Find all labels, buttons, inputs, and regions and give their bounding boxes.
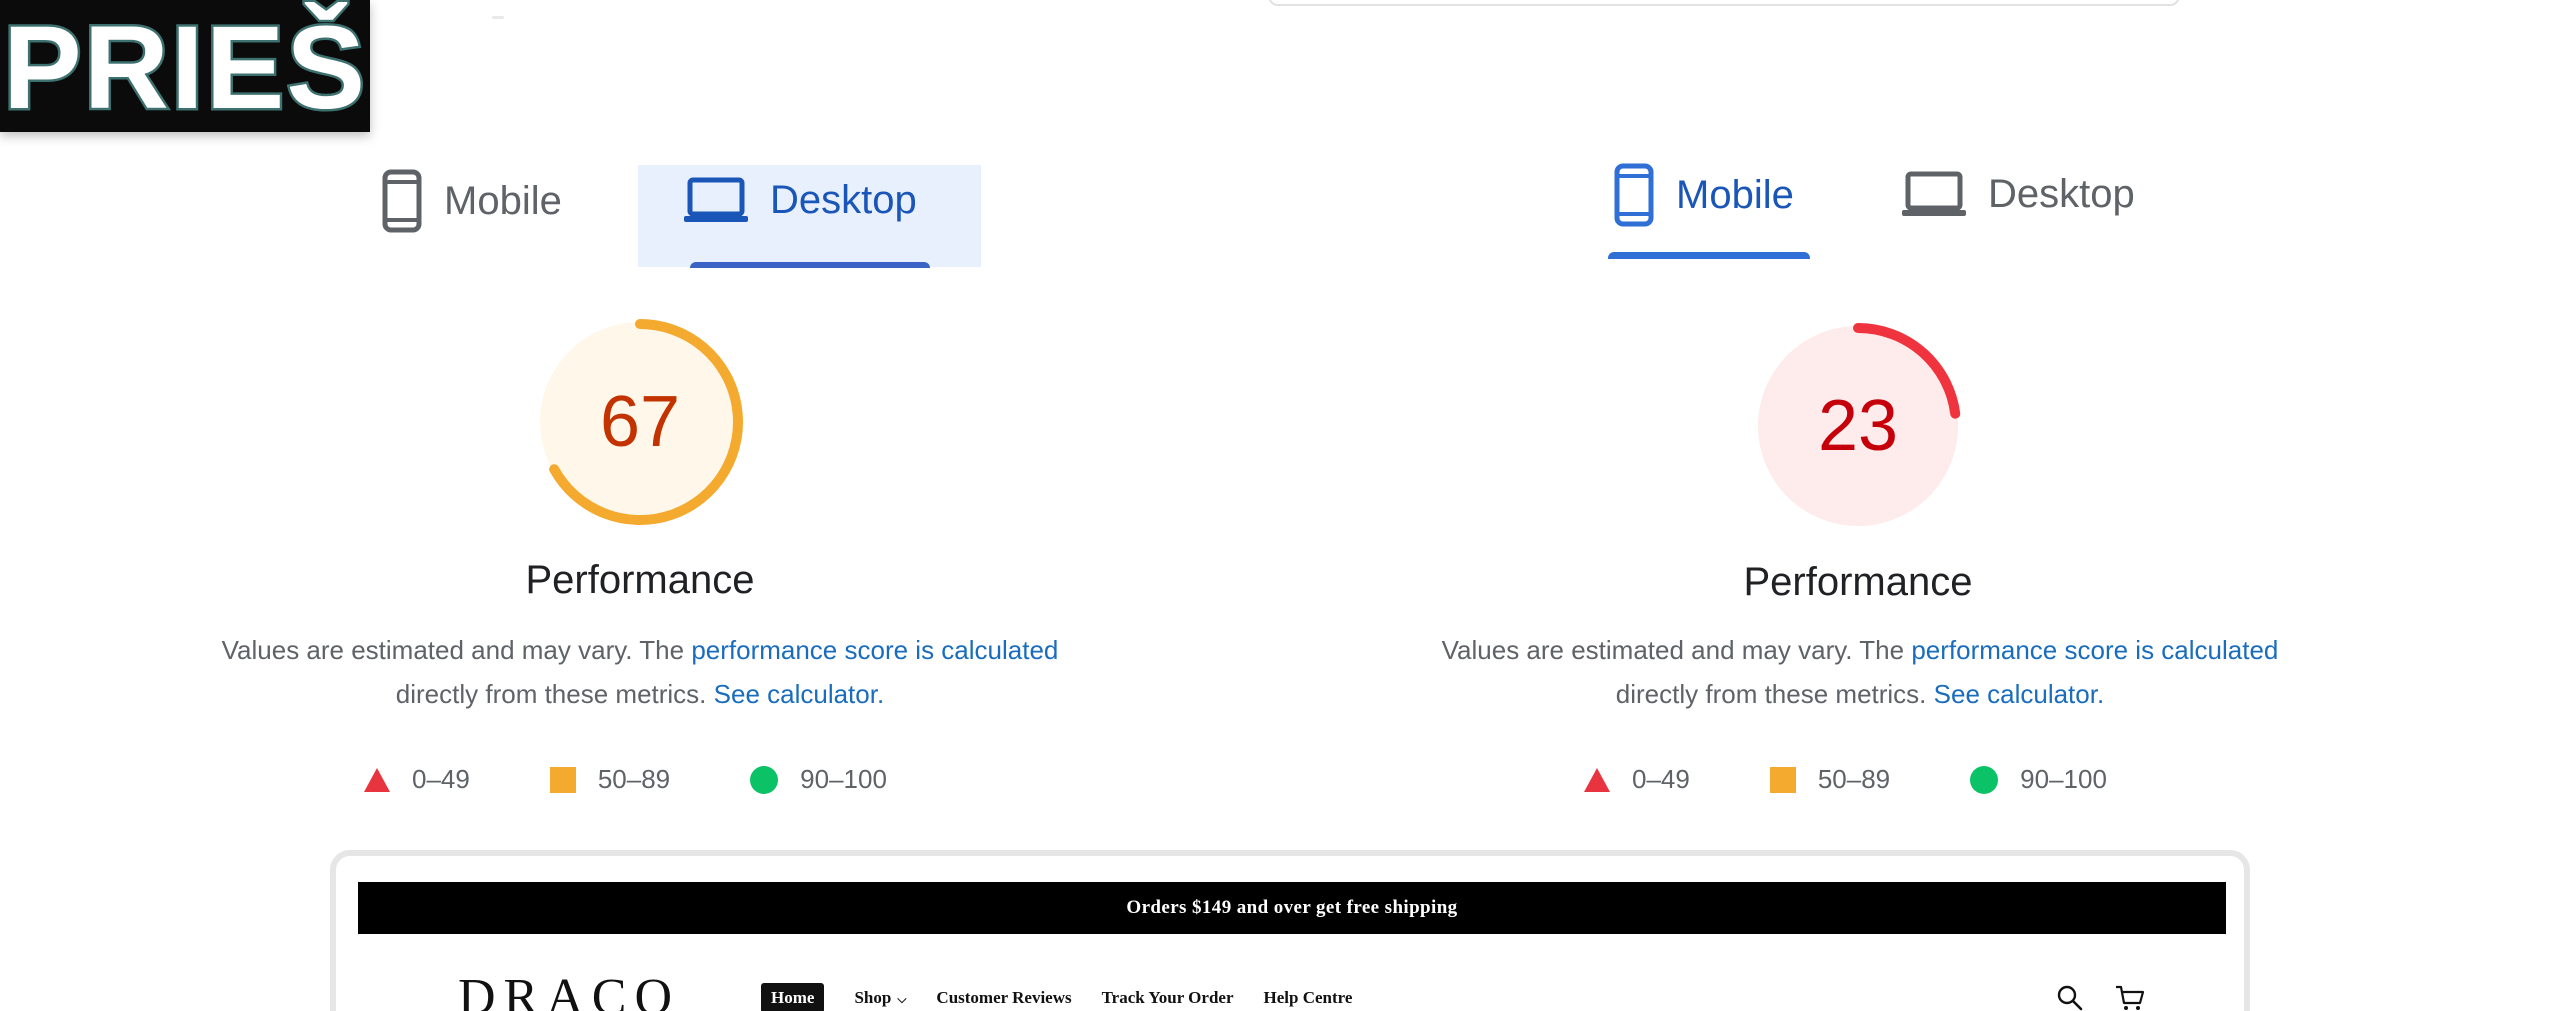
search-bar-edge xyxy=(1268,0,2180,6)
legend-fail: 0–49 xyxy=(364,764,470,795)
chevron-down-icon: ⌵ xyxy=(897,992,907,1006)
legend-label: 50–89 xyxy=(597,764,671,794)
announcement-bar: Orders $149 and over get free shipping xyxy=(358,882,2226,934)
tab-mobile-label: Mobile xyxy=(1676,172,1794,217)
tab-desktop-right[interactable]: Desktop xyxy=(1902,166,2135,222)
decorative-mark xyxy=(492,16,504,19)
triangle-icon xyxy=(1584,767,1610,792)
tab-desktop-left[interactable]: Desktop xyxy=(684,172,917,228)
store-nav: Home Shop ⌵ Customer Reviews Track Your O… xyxy=(761,983,1352,1011)
score-legend: 0–49 50–89 90–100 xyxy=(364,764,967,795)
smartphone-icon xyxy=(1614,163,1654,227)
legend-label: 90–100 xyxy=(800,764,887,794)
legend-pass: 90–100 xyxy=(1970,764,2107,795)
tab-desktop-label: Desktop xyxy=(770,177,917,222)
score-description: Values are estimated and may vary. The p… xyxy=(160,628,1120,716)
nav-shop[interactable]: Shop ⌵ xyxy=(854,988,906,1008)
legend-average: 50–89 xyxy=(549,764,671,795)
legend-average: 50–89 xyxy=(1769,764,1891,795)
performance-title: Performance xyxy=(1743,560,1973,604)
score-legend: 0–49 50–89 90–100 xyxy=(1584,764,2187,795)
circle-icon xyxy=(1970,765,1999,794)
overlay-label-text: PRIEŠ xyxy=(0,2,368,134)
nav-track-order[interactable]: Track Your Order xyxy=(1102,988,1234,1008)
circle-icon xyxy=(750,765,779,794)
performance-score: 67 xyxy=(599,382,681,462)
store-logo[interactable]: DRACO xyxy=(458,968,680,1011)
tab-mobile-left[interactable]: Mobile xyxy=(382,169,562,233)
legend-label: 50–89 xyxy=(1817,764,1891,794)
tab-desktop-label: Desktop xyxy=(1988,171,2135,216)
performance-gauge-desktop: 67 xyxy=(532,314,748,530)
square-icon xyxy=(549,766,576,793)
legend-pass: 90–100 xyxy=(750,764,887,795)
tab-mobile-label: Mobile xyxy=(444,178,562,223)
performance-gauge-mobile: 23 xyxy=(1750,318,1966,534)
nav-shop-label: Shop xyxy=(854,988,892,1007)
legend-label: 0–49 xyxy=(412,764,470,794)
store-header-icons xyxy=(2056,984,2146,1011)
see-calculator-link[interactable]: See calculator. xyxy=(714,679,885,709)
score-calculated-link[interactable]: performance score is calculated xyxy=(1911,635,2278,665)
page-screenshot-preview: Orders $149 and over get free shipping D… xyxy=(330,850,2250,1011)
smartphone-icon xyxy=(382,169,422,233)
score-description: Values are estimated and may vary. The p… xyxy=(1380,628,2340,716)
see-calculator-link[interactable]: See calculator. xyxy=(1934,679,2105,709)
performance-title: Performance xyxy=(525,558,755,602)
score-calculated-link[interactable]: performance score is calculated xyxy=(691,635,1058,665)
tab-mobile-indicator xyxy=(1608,252,1810,259)
legend-label: 90–100 xyxy=(2020,764,2107,794)
tab-mobile-right[interactable]: Mobile xyxy=(1614,163,1794,227)
description-text: directly from these metrics. xyxy=(395,679,714,709)
nav-customer-reviews[interactable]: Customer Reviews xyxy=(936,988,1071,1008)
cart-icon[interactable] xyxy=(2114,984,2146,1011)
description-text: Values are estimated and may vary. The xyxy=(1441,635,1912,665)
legend-label: 0–49 xyxy=(1632,764,1690,794)
square-icon xyxy=(1769,766,1796,793)
description-text: Values are estimated and may vary. The xyxy=(221,635,692,665)
tab-desktop-indicator xyxy=(690,262,930,268)
laptop-icon xyxy=(684,177,748,222)
laptop-icon xyxy=(1902,171,1966,216)
search-icon[interactable] xyxy=(2056,984,2084,1011)
overlay-label: PRIEŠ xyxy=(0,0,370,132)
nav-home[interactable]: Home xyxy=(761,983,825,1011)
performance-score: 23 xyxy=(1817,386,1899,466)
triangle-icon xyxy=(364,767,390,792)
legend-fail: 0–49 xyxy=(1584,764,1690,795)
description-text: directly from these metrics. xyxy=(1615,679,1934,709)
nav-help-centre[interactable]: Help Centre xyxy=(1264,988,1353,1008)
